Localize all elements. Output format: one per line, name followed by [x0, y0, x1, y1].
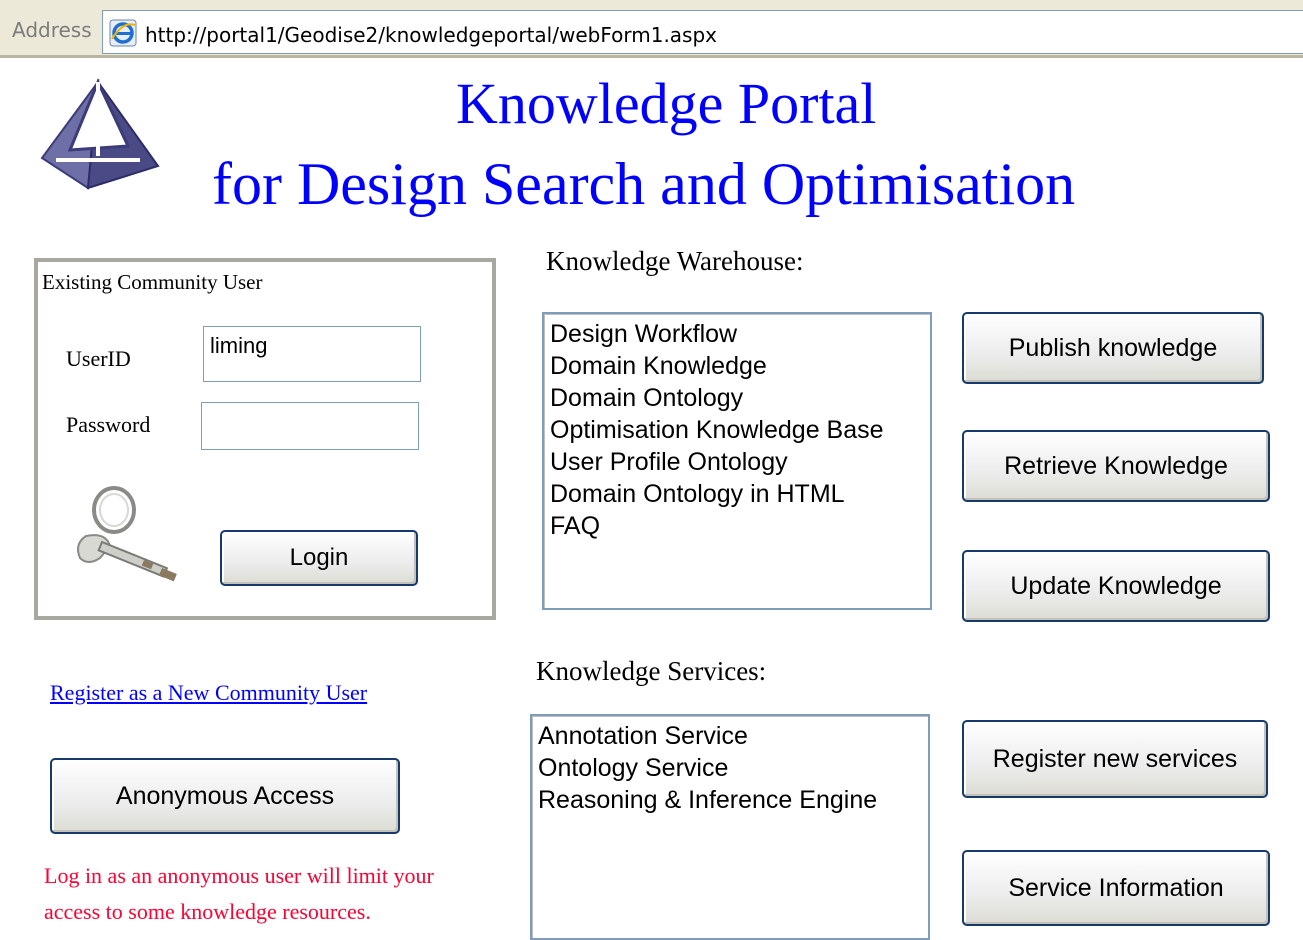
page-title-line1: Knowledge Portal — [456, 71, 877, 136]
list-item[interactable]: Domain Knowledge — [550, 350, 924, 382]
knowledge-warehouse-listbox[interactable]: Design Workflow Domain Knowledge Domain … — [542, 312, 932, 610]
publish-knowledge-button[interactable]: Publish knowledge — [962, 312, 1264, 384]
list-item[interactable]: Domain Ontology in HTML — [550, 478, 924, 510]
list-item[interactable]: Optimisation Knowledge Base — [550, 414, 924, 446]
password-label: Password — [66, 412, 151, 437]
password-input[interactable] — [201, 402, 419, 450]
page-title-line2: for Design Search and Optimisation — [212, 151, 1076, 217]
keys-icon — [77, 486, 177, 582]
service-information-button[interactable]: Service Information — [962, 850, 1270, 926]
anonymous-notice-line1: Log in as an anonymous user will limit y… — [44, 863, 434, 888]
login-legend: Existing Community User — [42, 270, 263, 294]
list-item[interactable]: FAQ — [550, 510, 924, 542]
list-item[interactable]: Reasoning & Inference Engine — [538, 784, 922, 816]
anonymous-notice-line2: access to some knowledge resources. — [44, 899, 371, 924]
knowledge-services-label: Knowledge Services: — [536, 656, 767, 686]
internet-explorer-icon — [109, 19, 137, 47]
register-new-services-button[interactable]: Register new services — [962, 720, 1268, 798]
update-knowledge-button[interactable]: Update Knowledge — [962, 550, 1270, 622]
list-item[interactable]: User Profile Ontology — [550, 446, 924, 478]
address-field[interactable]: http://portal1/Geodise2/knowledgeportal/… — [102, 10, 1303, 54]
knowledge-services-listbox[interactable]: Annotation Service Ontology Service Reas… — [530, 714, 930, 940]
address-url[interactable]: http://portal1/Geodise2/knowledgeportal/… — [145, 23, 717, 47]
list-item[interactable]: Annotation Service — [538, 720, 922, 752]
userid-label: UserID — [66, 346, 131, 371]
retrieve-knowledge-button[interactable]: Retrieve Knowledge — [962, 430, 1270, 502]
address-bar: Address http://portal1/Geodise2/knowledg… — [0, 0, 1303, 58]
knowledge-warehouse-label: Knowledge Warehouse: — [546, 246, 804, 276]
address-label: Address — [12, 18, 92, 42]
list-item[interactable]: Design Workflow — [550, 318, 924, 350]
anonymous-access-button[interactable]: Anonymous Access — [50, 758, 400, 834]
register-new-user-link[interactable]: Register as a New Community User — [50, 680, 367, 706]
list-item[interactable]: Domain Ontology — [550, 382, 924, 414]
tetrahedron-logo-icon — [40, 78, 160, 190]
login-button[interactable]: Login — [220, 530, 418, 586]
list-item[interactable]: Ontology Service — [538, 752, 922, 784]
anonymous-access-notice: Log in as an anonymous user will limit y… — [44, 858, 484, 930]
userid-input[interactable]: liming — [203, 326, 421, 382]
